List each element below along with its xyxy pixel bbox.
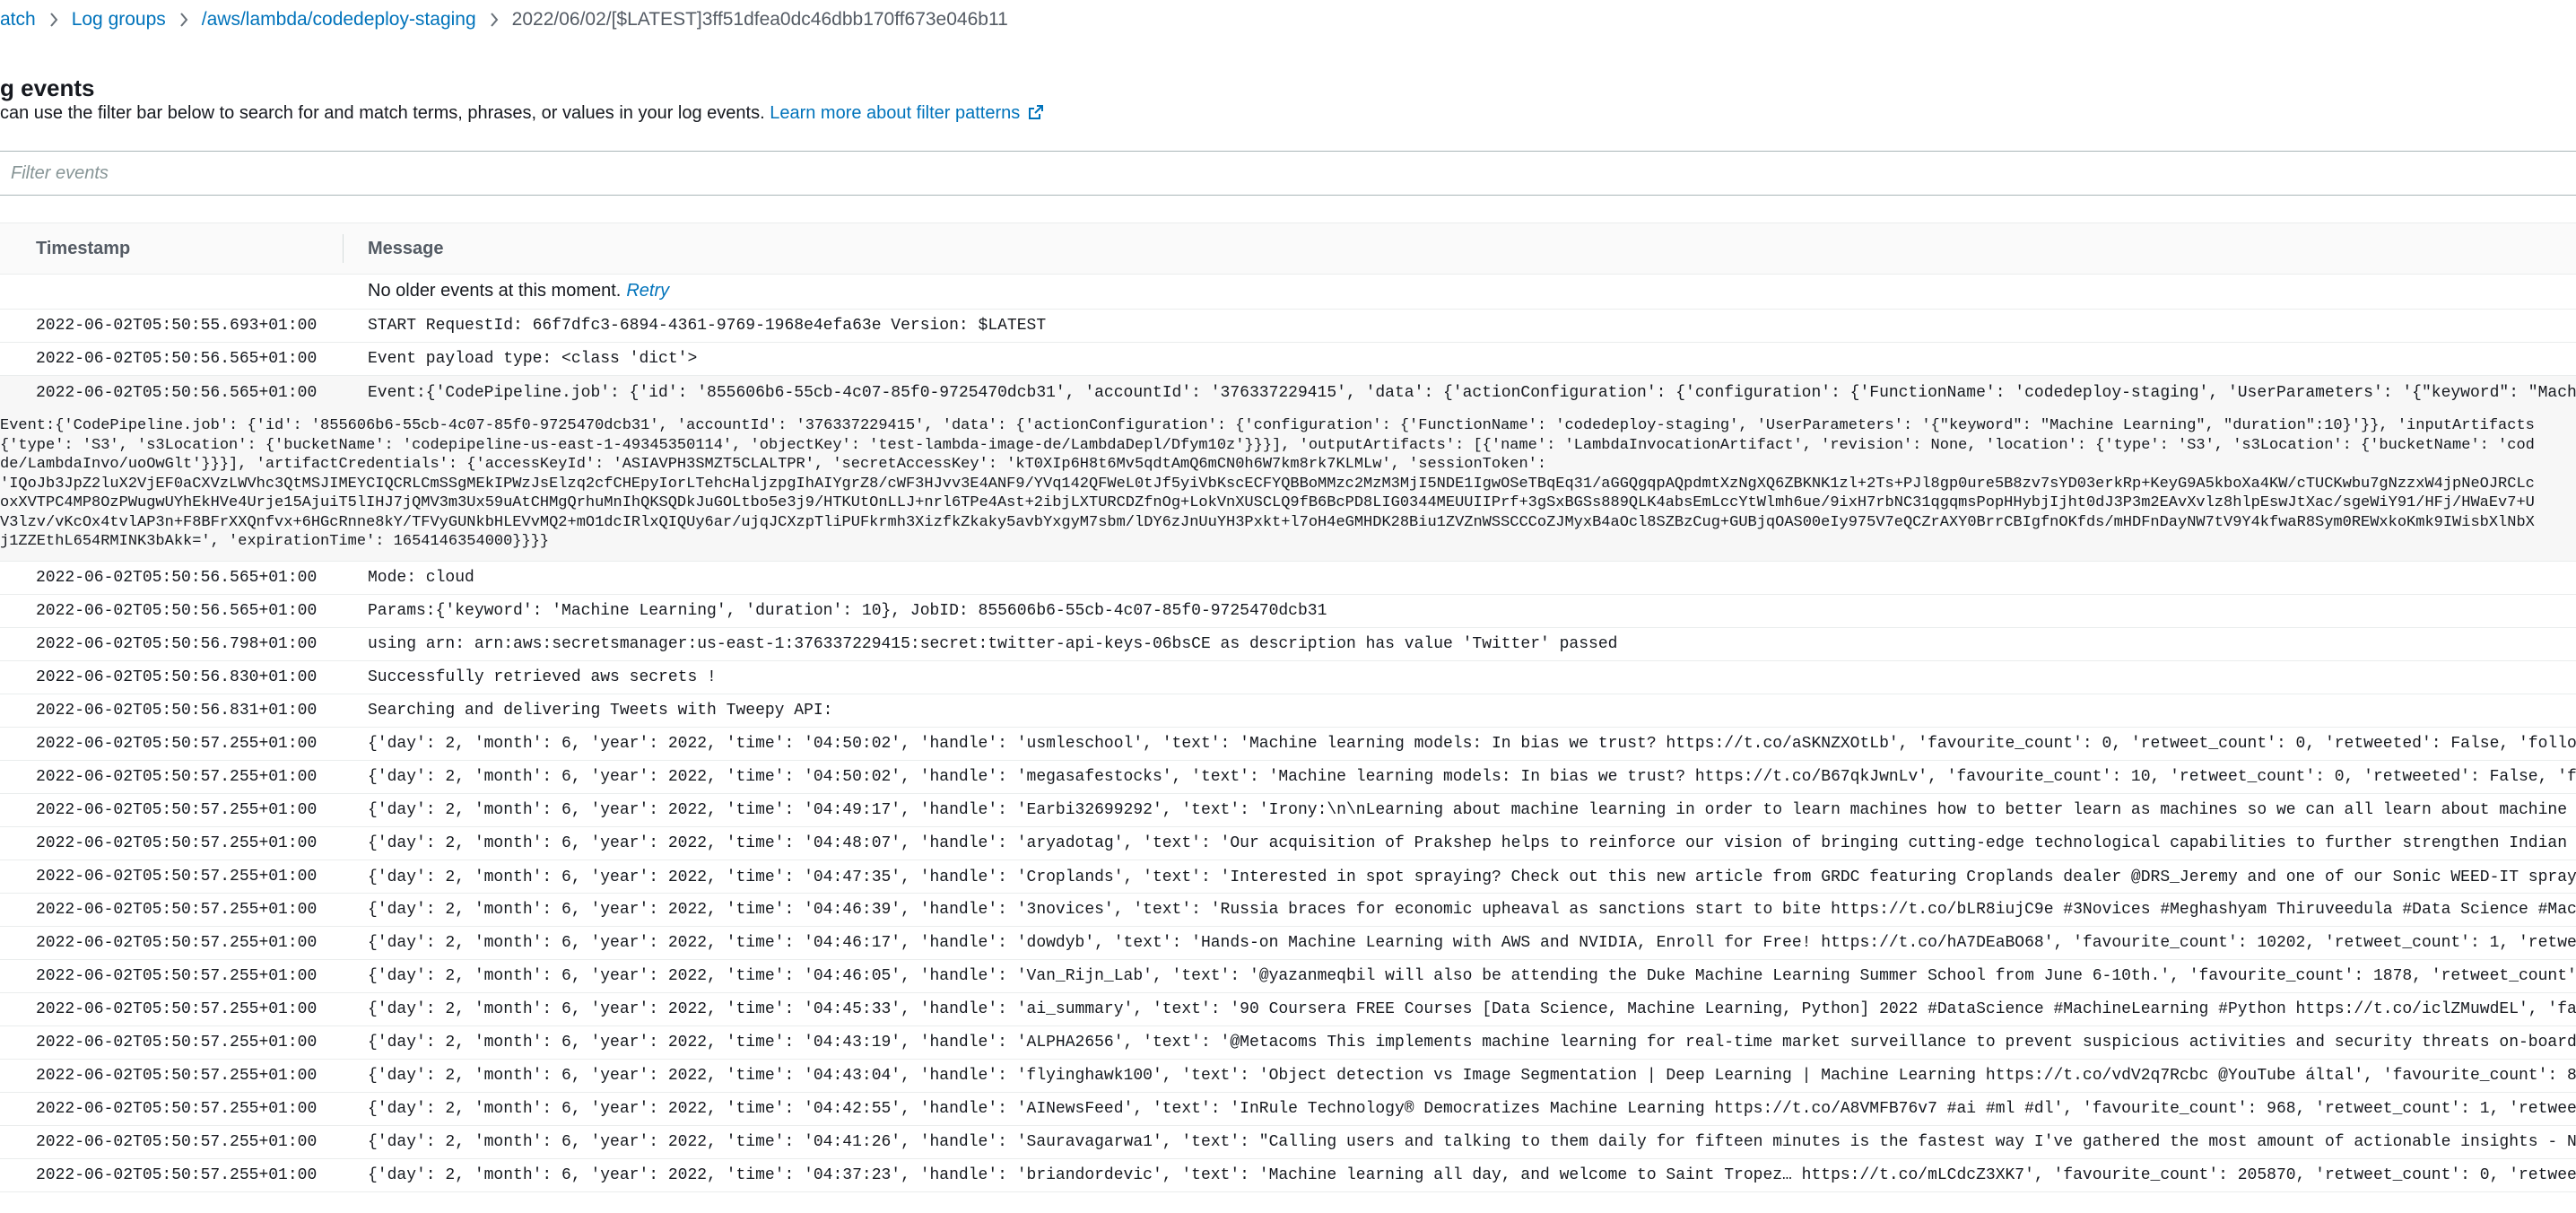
row-timestamp: 2022-06-02T05:50:57.255+01:00 (36, 868, 318, 886)
table-row[interactable]: 2022-06-02T05:50:56.565+01:00 Event payl… (0, 343, 2576, 376)
row-timestamp: 2022-06-02T05:50:57.255+01:00 (36, 934, 318, 952)
row-timestamp: 2022-06-02T05:50:57.255+01:00 (36, 901, 318, 919)
row-timestamp: 2022-06-02T05:50:57.255+01:00 (36, 834, 318, 852)
table-row[interactable]: 2022-06-02T05:50:56.831+01:00 Searching … (0, 694, 2576, 728)
breadcrumb-item-cloudwatch[interactable]: atch (0, 9, 36, 31)
row-message: Searching and delivering Tweets with Twe… (368, 702, 833, 720)
table-row[interactable]: 2022-06-02T05:50:57.255+01:00 {'day': 2,… (0, 960, 2576, 993)
table-row[interactable]: 2022-06-02T05:50:57.255+01:00 {'day': 2,… (0, 860, 2576, 894)
row-timestamp: 2022-06-02T05:50:57.255+01:00 (36, 967, 318, 985)
expanded-event-text: Event:{'CodePipeline.job': {'id': '85560… (0, 409, 2576, 552)
breadcrumb-current-stream: 2022/06/02/[$LATEST]3ff51dfea0dc46dbb170… (511, 9, 1008, 30)
table-row[interactable]: 2022-06-02T05:50:57.255+01:00 {'day': 2,… (0, 1126, 2576, 1159)
table-row[interactable]: 2022-06-02T05:50:57.255+01:00 {'day': 2,… (0, 1060, 2576, 1093)
row-message: Params:{'keyword': 'Machine Learning', '… (368, 602, 1327, 620)
row-message: {'day': 2, 'month': 6, 'year': 2022, 'ti… (368, 1067, 2576, 1085)
row-message: {'day': 2, 'month': 6, 'year': 2022, 'ti… (368, 934, 2576, 952)
expanded-event-detail: Event:{'CodePipeline.job': {'id': '85560… (0, 409, 2576, 562)
expanded-line: oxXVTPC4MP8OzPWugwUYhEkHVe4Urje15AjuiT5l… (0, 494, 2535, 511)
table-row[interactable]: 2022-06-02T05:50:57.255+01:00 {'day': 2,… (0, 794, 2576, 827)
row-timestamp: 2022-06-02T05:50:57.255+01:00 (36, 801, 318, 819)
row-timestamp: 2022-06-02T05:50:56.831+01:00 (36, 702, 318, 720)
breadcrumb-item-log-groups[interactable]: Log groups (72, 9, 166, 31)
table-row-expanded[interactable]: 2022-06-02T05:50:56.565+01:00 Event:{'Co… (0, 376, 2576, 409)
table-row[interactable]: 2022-06-02T05:50:55.693+01:00 START Requ… (0, 310, 2576, 343)
row-message: {'day': 2, 'month': 6, 'year': 2022, 'ti… (368, 768, 2576, 786)
row-message: {'day': 2, 'month': 6, 'year': 2022, 'ti… (368, 735, 2576, 753)
no-older-events-row: No older events at this moment. Retry (0, 274, 2576, 310)
no-older-events-message: No older events at this moment. Retry (368, 274, 669, 309)
row-message: START RequestId: 66f7dfc3-6894-4361-9769… (368, 317, 1047, 335)
row-timestamp: 2022-06-02T05:50:57.255+01:00 (36, 1133, 318, 1151)
row-timestamp: 2022-06-02T05:50:57.255+01:00 (36, 1034, 318, 1052)
row-timestamp: 2022-06-02T05:50:56.565+01:00 (36, 350, 318, 368)
row-timestamp: 2022-06-02T05:50:55.693+01:00 (36, 317, 318, 335)
table-row[interactable]: 2022-06-02T05:50:56.830+01:00 Successful… (0, 661, 2576, 694)
breadcrumb-item-log-group[interactable]: /aws/lambda/codedeploy-staging (202, 9, 476, 31)
description-text: can use the filter bar below to search f… (0, 103, 765, 123)
row-message: {'day': 2, 'month': 6, 'year': 2022, 'ti… (368, 1133, 2576, 1151)
table-row[interactable]: 2022-06-02T05:50:56.565+01:00 Params:{'k… (0, 595, 2576, 628)
breadcrumb: atch Log groups /aws/lambda/codedeploy-s… (0, 0, 1008, 39)
row-message: {'day': 2, 'month': 6, 'year': 2022, 'ti… (368, 868, 2576, 886)
column-divider (343, 234, 344, 263)
column-header-message[interactable]: Message (368, 223, 444, 274)
row-message: Event payload type: <class 'dict'> (368, 350, 698, 368)
table-row[interactable]: 2022-06-02T05:50:57.255+01:00 {'day': 2,… (0, 1093, 2576, 1126)
retry-link[interactable]: Retry (626, 281, 669, 301)
table-row[interactable]: 2022-06-02T05:50:57.255+01:00 {'day': 2,… (0, 993, 2576, 1026)
chevron-right-icon (48, 12, 59, 28)
expanded-line: Event:{'CodePipeline.job': {'id': '85560… (0, 417, 2535, 434)
row-message: {'day': 2, 'month': 6, 'year': 2022, 'ti… (368, 1000, 2576, 1018)
column-header-timestamp[interactable]: Timestamp (36, 223, 130, 274)
no-older-text: No older events at this moment. (368, 281, 622, 301)
row-timestamp: 2022-06-02T05:50:57.255+01:00 (36, 1100, 318, 1118)
row-timestamp: 2022-06-02T05:50:56.565+01:00 (36, 383, 318, 402)
row-message: {'day': 2, 'month': 6, 'year': 2022, 'ti… (368, 1166, 2576, 1184)
row-timestamp: 2022-06-02T05:50:57.255+01:00 (36, 735, 318, 753)
learn-more-label: Learn more about filter patterns (770, 103, 1021, 123)
filter-events-input[interactable] (0, 152, 2576, 195)
row-timestamp: 2022-06-02T05:50:56.830+01:00 (36, 668, 318, 686)
row-timestamp: 2022-06-02T05:50:57.255+01:00 (36, 1166, 318, 1184)
expanded-line: 'IQoJb3JpZ2luX2VjEF0aCXVzLWVhc3QtMSJIMEY… (0, 475, 2535, 493)
row-message: using arn: arn:aws:secretsmanager:us-eas… (368, 635, 1618, 653)
table-row[interactable]: 2022-06-02T05:50:56.798+01:00 using arn:… (0, 628, 2576, 661)
row-message: Mode: cloud (368, 569, 474, 587)
row-timestamp: 2022-06-02T05:50:56.565+01:00 (36, 602, 318, 620)
row-message: {'day': 2, 'month': 6, 'year': 2022, 'ti… (368, 1100, 2576, 1118)
row-timestamp: 2022-06-02T05:50:57.255+01:00 (36, 1000, 318, 1018)
row-message: Event:{'CodePipeline.job': {'id': '85560… (368, 383, 2576, 402)
table-row[interactable]: 2022-06-02T05:50:57.255+01:00 {'day': 2,… (0, 1159, 2576, 1192)
expanded-line: V3lzv/vKcOx4tvlAP3n+F8BFrXXQnfvx+6HGcRnn… (0, 513, 2535, 531)
row-timestamp: 2022-06-02T05:50:56.565+01:00 (36, 569, 318, 587)
chevron-right-icon (489, 12, 500, 28)
row-timestamp: 2022-06-02T05:50:57.255+01:00 (36, 768, 318, 786)
table-row[interactable]: 2022-06-02T05:50:57.255+01:00 {'day': 2,… (0, 894, 2576, 927)
page-description: can use the filter bar below to search f… (0, 103, 1045, 127)
log-events-table-header: Timestamp Message (0, 223, 2576, 275)
row-message: {'day': 2, 'month': 6, 'year': 2022, 'ti… (368, 901, 2576, 919)
chevron-right-icon (178, 12, 189, 28)
external-link-icon (1027, 103, 1045, 127)
expanded-line: j1ZZEthL654RMINK3bAkk=', 'expirationTime… (0, 533, 550, 550)
page-title: g events (0, 74, 95, 101)
row-message: {'day': 2, 'month': 6, 'year': 2022, 'ti… (368, 967, 2576, 985)
row-message: Successfully retrieved aws secrets ! (368, 668, 717, 686)
row-timestamp: 2022-06-02T05:50:57.255+01:00 (36, 1067, 318, 1085)
table-row[interactable]: 2022-06-02T05:50:57.255+01:00 {'day': 2,… (0, 1026, 2576, 1060)
table-row[interactable]: 2022-06-02T05:50:57.255+01:00 {'day': 2,… (0, 927, 2576, 960)
row-timestamp: 2022-06-02T05:50:56.798+01:00 (36, 635, 318, 653)
expanded-line: {'type': 'S3', 's3Location': {'bucketNam… (0, 436, 2535, 454)
table-row[interactable]: 2022-06-02T05:50:57.255+01:00 {'day': 2,… (0, 827, 2576, 860)
row-message: {'day': 2, 'month': 6, 'year': 2022, 'ti… (368, 1034, 2576, 1052)
table-row[interactable]: 2022-06-02T05:50:57.255+01:00 {'day': 2,… (0, 761, 2576, 794)
row-message: {'day': 2, 'month': 6, 'year': 2022, 'ti… (368, 834, 2576, 852)
filter-events-bar (0, 151, 2576, 196)
table-row[interactable]: 2022-06-02T05:50:56.565+01:00 Mode: clou… (0, 562, 2576, 595)
row-message: {'day': 2, 'month': 6, 'year': 2022, 'ti… (368, 801, 2576, 819)
learn-more-link[interactable]: Learn more about filter patterns (770, 103, 1045, 123)
expanded-line: de/LambdaInvo/uoOwGlt'}}}], 'artifactCre… (0, 456, 1547, 473)
table-row[interactable]: 2022-06-02T05:50:57.255+01:00 {'day': 2,… (0, 728, 2576, 761)
